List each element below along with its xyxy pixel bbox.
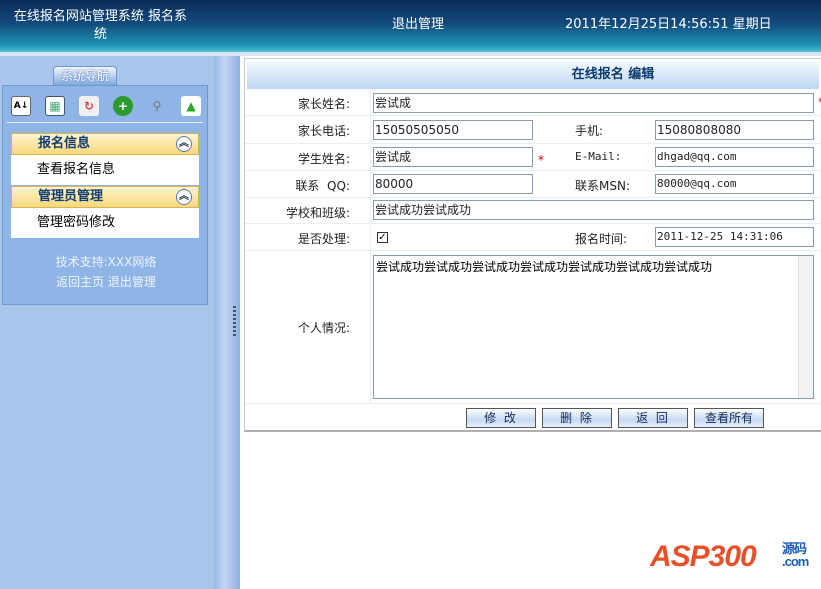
school-input[interactable]: 尝试成功尝试成功 [373, 200, 814, 220]
home-link[interactable]: 返回主页 [56, 275, 104, 289]
splitter-grip[interactable] [233, 306, 236, 336]
collapse-icon[interactable]: ︽ [176, 136, 192, 152]
form-title: 在线报名 编辑 [247, 61, 819, 89]
label: 是否处理: [297, 232, 350, 246]
info-textarea[interactable]: 尝试成功尝试成功尝试成功尝试成功尝试成功尝试成功尝试成功 [373, 255, 814, 399]
msn-input[interactable]: 80000@qq.com [655, 174, 814, 194]
student-name-input[interactable]: 尝试成 [373, 147, 533, 167]
qq-input[interactable]: 80000 [373, 174, 533, 194]
nav-view-registrations[interactable]: 查看报名信息 [11, 155, 199, 185]
mobile-input[interactable]: 15080808080 [655, 120, 814, 140]
divider [7, 122, 203, 123]
group-admin[interactable]: 管理员管理 ︽ [11, 186, 199, 208]
label: 家长姓名: [297, 97, 350, 111]
add-icon[interactable]: + [113, 96, 133, 116]
label: 联系MSN: [575, 179, 630, 193]
logout-link[interactable]: 退出管理 [392, 13, 444, 32]
upload-icon[interactable]: ▲ [181, 96, 201, 116]
edit-button[interactable]: 修 改 [466, 408, 536, 428]
label: 学生姓名: [297, 152, 350, 166]
edit-form: 在线报名 编辑 家长姓名: 尝试成 * 家长电话: 15050505050 手机… [244, 58, 821, 432]
parent-phone-input[interactable]: 15050505050 [373, 120, 533, 140]
label: 联系 QQ: [295, 179, 350, 193]
header: 在线报名网站管理系统 报名系统 退出管理 2011年12月25日14:56:51… [0, 0, 821, 52]
reg-time-input[interactable]: 2011-12-25 14:31:06 [655, 227, 814, 247]
collapse-icon[interactable]: ︽ [176, 189, 192, 205]
label: E-Mail: [575, 150, 622, 163]
label: 个人情况: [297, 321, 350, 335]
delete-button[interactable]: 删 除 [542, 408, 612, 428]
tab-system-nav[interactable]: 系统导航 [53, 66, 117, 86]
watermark-logo: ASP300 源码 .com [650, 540, 809, 573]
sort-az-icon[interactable]: A↓ [11, 96, 31, 116]
label: 学校和班级: [285, 206, 350, 220]
datetime: 2011年12月25日14:56:51 星期日 [565, 17, 772, 32]
nav-panel: A↓ ▦ ↻ + ⚲ ▲ 报名信息 ︽ 查看报名信息 管理员管理 ︽ 管理密码修改 … [2, 85, 208, 305]
required-mark: * [538, 153, 544, 167]
parent-name-input[interactable]: 尝试成 [373, 93, 814, 113]
group-registration[interactable]: 报名信息 ︽ [11, 133, 199, 155]
system-title: 在线报名网站管理系统 报名系统 [13, 9, 188, 42]
nav-change-password[interactable]: 管理密码修改 [11, 208, 199, 238]
email-input[interactable]: dhgad@qq.com [655, 147, 814, 167]
processed-checkbox[interactable]: ✓ [377, 232, 388, 243]
back-button[interactable]: 返 回 [618, 408, 688, 428]
search-icon[interactable]: ⚲ [147, 96, 167, 116]
view-all-button[interactable]: 查看所有 [694, 408, 764, 428]
grid-icon[interactable]: ▦ [45, 96, 65, 116]
label: 家长电话: [297, 124, 350, 138]
refresh-icon[interactable]: ↻ [79, 96, 99, 116]
group-title: 管理员管理 [38, 189, 104, 204]
logout-link-side[interactable]: 退出管理 [108, 275, 156, 289]
group-title: 报名信息 [38, 136, 91, 151]
label: 手机: [575, 124, 604, 138]
sidebar-splitter[interactable] [214, 56, 240, 589]
scrollbar[interactable] [798, 256, 813, 398]
support-text: 技术支持:XXX网络 [55, 255, 157, 269]
label: 报名时间: [575, 232, 628, 246]
